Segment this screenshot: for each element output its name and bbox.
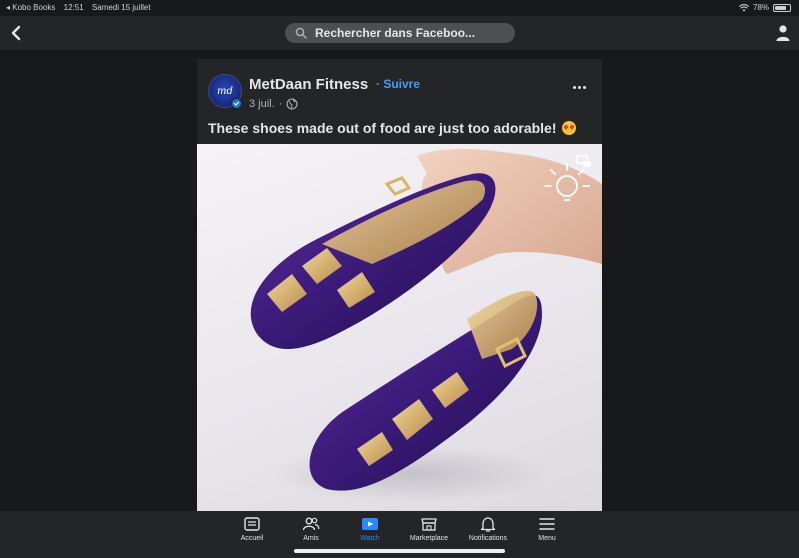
lightbulb-tip-icon[interactable] [539,152,597,210]
wifi-icon [738,3,749,11]
home-indicator[interactable] [294,549,505,553]
post-meta: 3 juil. · [249,98,298,110]
post-caption: These shoes made out of food are just to… [208,120,577,136]
search-bar[interactable] [285,23,515,43]
tab-label: Menu [538,535,556,542]
tab-marketplace[interactable]: Marketplace [401,515,457,549]
tab-label: Accueil [240,535,264,542]
home-feed-icon [244,517,260,531]
back-to-app-link[interactable]: ◂ Kobo Books [6,3,55,12]
tab-watch[interactable]: Watch [342,515,398,549]
post-video[interactable] [197,144,602,511]
more-dot-icon [582,85,586,89]
more-options-button[interactable] [570,81,588,93]
avatar-logo-text: md [217,85,233,97]
bell-icon [480,517,496,532]
post-card: md MetDaan Fitness · Suivre 3 juil. · Th… [197,59,602,511]
back-arrow-icon[interactable] [8,23,26,43]
follow-button[interactable]: · Suivre [376,77,420,91]
watch-icon [362,518,378,530]
top-bar [0,16,799,50]
battery-icon [773,3,791,12]
meta-separator: · [278,98,283,110]
tab-amis[interactable]: Amis [283,515,339,549]
status-bar-right: 78% [738,3,791,12]
tab-label: Marketplace [409,535,449,542]
search-icon [295,27,307,39]
profile-icon[interactable] [775,24,791,42]
page-name[interactable]: MetDaan Fitness [249,76,368,93]
battery-fill [775,5,786,10]
globe-icon [286,98,298,110]
more-dot-icon [572,85,576,89]
search-input[interactable] [315,26,505,40]
battery-percent: 78% [752,3,769,12]
status-bar: ◂ Kobo Books 12:51 Samedi 15 juillet 78% [0,0,799,16]
menu-icon [539,518,555,530]
friends-icon [302,517,320,531]
tab-label: Notifications [468,535,508,542]
tab-menu[interactable]: Menu [519,515,575,549]
heart-eyes-emoji-icon [562,121,577,135]
post-date[interactable]: 3 juil. [249,98,275,110]
status-time: 12:51 [63,3,84,12]
verified-badge-icon [231,98,242,109]
tab-label: Amis [303,535,319,542]
status-date: Samedi 15 juillet [91,3,151,12]
status-bar-left: ◂ Kobo Books 12:51 Samedi 15 juillet [6,3,157,12]
more-dot-icon [577,85,581,89]
caption-text: These shoes made out of food are just to… [208,120,557,136]
tab-notifications[interactable]: Notifications [460,515,516,549]
marketplace-icon [421,518,437,531]
tab-label: Watch [360,535,380,542]
tab-accueil[interactable]: Accueil [224,515,280,549]
